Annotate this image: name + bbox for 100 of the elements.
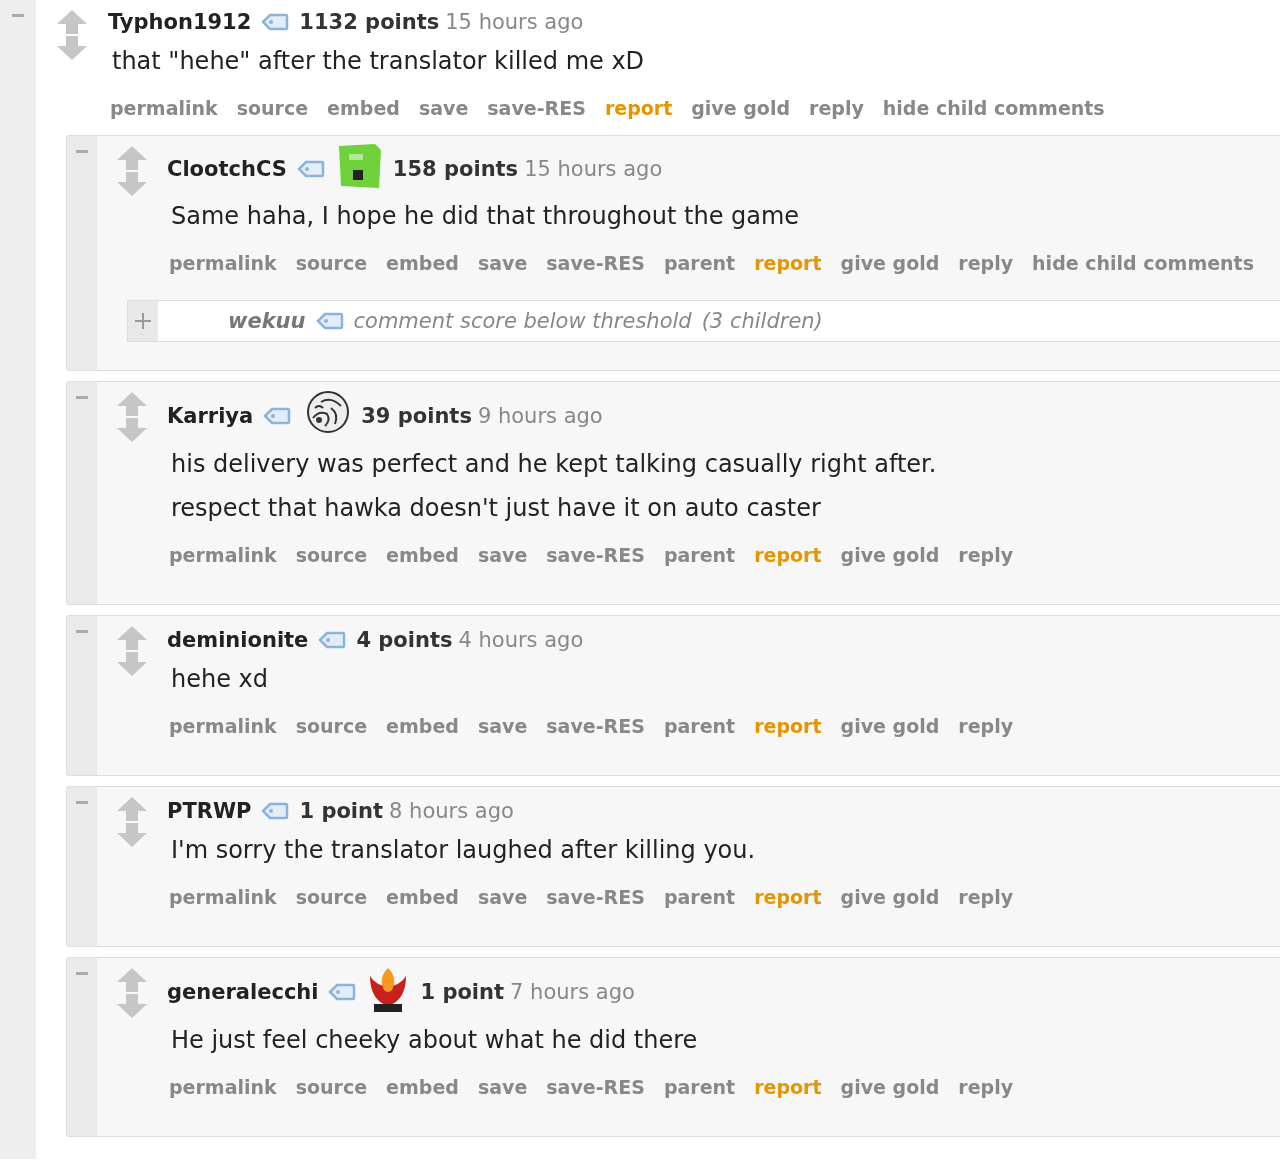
action-link[interactable]: save-RES (546, 252, 645, 275)
expand-icon[interactable] (135, 313, 151, 330)
comment-text: that "hehe" after the translator killed me xD (112, 46, 646, 77)
score-text: 39 points (361, 403, 472, 428)
collapsed-message: comment score below threshold (353, 309, 692, 334)
action-link[interactable]: permalink (169, 886, 277, 909)
upvote-icon[interactable] (117, 146, 147, 171)
action-link[interactable]: reply (958, 252, 1014, 275)
collapse-icon[interactable] (76, 396, 88, 400)
upvote-icon[interactable] (117, 796, 147, 821)
report-link[interactable]: report (754, 252, 822, 275)
username-link[interactable]: Typhon1912 (108, 10, 252, 34)
tag-icon[interactable] (328, 982, 357, 1001)
downvote-icon[interactable] (117, 822, 147, 847)
action-link[interactable]: source (236, 97, 309, 120)
action-link[interactable]: save (477, 714, 528, 737)
action-link[interactable]: reply (958, 886, 1014, 909)
timestamp: 15 hours ago (445, 10, 584, 34)
action-link[interactable]: reply (958, 1076, 1014, 1099)
username-link[interactable]: PTRWP (167, 798, 252, 823)
action-link[interactable]: parent (663, 252, 736, 275)
action-link[interactable]: save (477, 543, 528, 566)
report-link[interactable]: report (604, 97, 673, 120)
action-link[interactable]: give gold (840, 1076, 940, 1099)
upvote-icon[interactable] (117, 968, 147, 993)
action-link[interactable]: hide child comments (882, 97, 1105, 120)
downvote-icon[interactable] (117, 651, 147, 676)
action-link[interactable]: source (295, 714, 368, 737)
comment-text: I'm sorry the translator laughed after killing you. (171, 834, 757, 866)
action-link[interactable]: reply (809, 97, 864, 120)
username-link[interactable]: generalecchi (167, 979, 319, 1004)
report-link[interactable]: report (754, 543, 822, 566)
action-link[interactable]: embed (386, 1076, 459, 1099)
tag-icon[interactable] (318, 630, 347, 649)
username-link[interactable]: deminionite (167, 627, 309, 652)
action-link[interactable]: embed (386, 252, 459, 275)
username-link[interactable]: ClootchCS (167, 156, 287, 181)
action-link[interactable]: embed (386, 543, 459, 566)
action-link[interactable]: source (295, 886, 368, 909)
report-link[interactable]: report (754, 886, 822, 909)
action-link[interactable]: parent (663, 543, 736, 566)
timestamp: 15 hours ago (524, 156, 663, 181)
username-link[interactable]: wekuu (228, 309, 306, 334)
action-link[interactable]: save-RES (546, 714, 645, 737)
action-link[interactable]: hide child comments (1032, 252, 1254, 275)
collapse-icon[interactable] (76, 972, 88, 976)
action-link[interactable]: save-RES (546, 1076, 645, 1099)
score-text: 158 points (392, 156, 519, 181)
tag-icon[interactable] (261, 801, 290, 820)
action-link[interactable]: embed (386, 886, 459, 909)
action-link[interactable]: give gold (840, 714, 940, 737)
action-link[interactable]: source (295, 1076, 368, 1099)
action-link[interactable]: parent (663, 886, 736, 909)
downvote-icon[interactable] (57, 36, 87, 60)
tag-icon[interactable] (315, 312, 344, 331)
children-count[interactable]: (3 children) (701, 309, 823, 334)
action-link[interactable]: permalink (169, 543, 277, 566)
action-link[interactable]: permalink (169, 714, 277, 737)
action-link[interactable]: save (418, 97, 469, 120)
action-link[interactable]: save (477, 1076, 528, 1099)
tag-icon[interactable] (296, 159, 325, 178)
action-link[interactable]: save (477, 886, 528, 909)
action-link[interactable]: reply (958, 714, 1014, 737)
action-link[interactable]: save-RES (546, 543, 645, 566)
tag-icon[interactable] (263, 406, 292, 425)
action-link[interactable]: embed (327, 97, 400, 120)
downvote-icon[interactable] (117, 418, 147, 443)
collapse-icon[interactable] (76, 150, 88, 154)
upvote-icon[interactable] (117, 625, 147, 650)
action-link[interactable]: parent (663, 1076, 736, 1099)
action-link[interactable]: reply (958, 543, 1014, 566)
report-link[interactable]: report (754, 714, 822, 737)
action-link[interactable]: embed (386, 714, 459, 737)
action-link[interactable]: source (295, 543, 368, 566)
action-link[interactable]: permalink (169, 252, 277, 275)
collapse-icon[interactable] (76, 800, 88, 804)
comment-text: his delivery was perfect and he kept talking casually right after. (171, 449, 938, 481)
collapse-icon[interactable] (12, 14, 24, 17)
action-link[interactable]: source (295, 252, 368, 275)
report-link[interactable]: report (754, 1076, 822, 1099)
upvote-icon[interactable] (57, 10, 87, 34)
action-link[interactable]: give gold (840, 886, 940, 909)
action-link[interactable]: permalink (169, 1076, 277, 1099)
action-link[interactable]: save-RES (487, 97, 586, 120)
action-link[interactable]: give gold (840, 252, 940, 275)
action-link[interactable]: save (477, 252, 528, 275)
score-text: 4 points (356, 627, 453, 652)
action-link[interactable]: permalink (110, 97, 218, 120)
upvote-icon[interactable] (117, 392, 147, 417)
comment-text: respect that hawka doesn't just have it on auto caster (171, 492, 822, 524)
action-link[interactable]: parent (663, 714, 736, 737)
tag-icon[interactable] (261, 13, 290, 31)
downvote-icon[interactable] (117, 994, 147, 1019)
collapse-icon[interactable] (76, 629, 88, 633)
action-link[interactable]: give gold (691, 97, 791, 120)
score-text: 1 point (299, 798, 384, 823)
action-link[interactable]: save-RES (546, 886, 645, 909)
downvote-icon[interactable] (117, 172, 147, 197)
action-link[interactable]: give gold (840, 543, 940, 566)
username-link[interactable]: Karriya (167, 403, 254, 428)
